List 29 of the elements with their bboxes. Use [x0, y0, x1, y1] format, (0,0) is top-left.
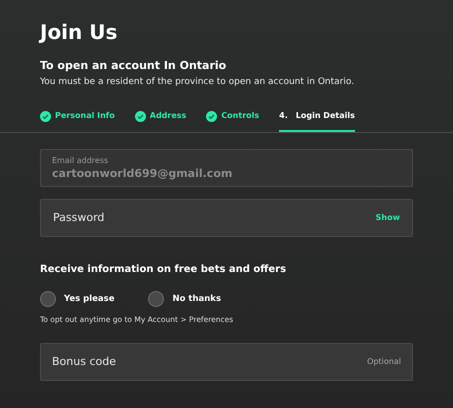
radio-button[interactable] — [148, 291, 164, 307]
description: You must be a resident of the province to open an account in Ontario. — [40, 76, 356, 88]
radio-button[interactable] — [40, 291, 56, 307]
email-label: Email address — [52, 156, 110, 166]
optional-hint: Optional — [367, 356, 401, 368]
step-label: Controls — [221, 110, 260, 122]
radio-label: No thanks — [172, 292, 222, 306]
password-input[interactable]: Password — [53, 210, 253, 226]
subtitle: To open an account In Ontario — [40, 58, 228, 74]
step-label: Personal Info — [55, 110, 115, 122]
check-icon — [40, 110, 51, 122]
step-label: Login Details — [296, 110, 355, 122]
step-number: 4. — [279, 110, 288, 122]
show-password-button[interactable]: Show — [376, 212, 400, 224]
step-tab[interactable]: 4. Login Details — [279, 110, 355, 132]
step-tab[interactable]: Controls — [206, 110, 260, 132]
step-label: Address — [150, 110, 186, 122]
step-tab[interactable]: Address — [134, 110, 186, 132]
radio-label: Yes please — [64, 292, 114, 306]
check-icon — [206, 110, 218, 122]
bonus-code-field[interactable]: Bonus code Optional — [40, 343, 413, 382]
email-field[interactable]: Email address cartoonworld699@gmail.com — [40, 149, 413, 187]
page-title: Join Us — [40, 19, 118, 46]
step-tab[interactable]: Personal Info — [40, 110, 115, 132]
check-icon — [134, 110, 146, 122]
offers-heading: Receive information on free bets and offers — [40, 263, 288, 277]
password-field[interactable]: Password Show — [40, 199, 413, 237]
email-value: cartoonworld699@gmail.com — [52, 166, 234, 180]
bonus-code-input[interactable]: Bonus code — [52, 354, 252, 370]
